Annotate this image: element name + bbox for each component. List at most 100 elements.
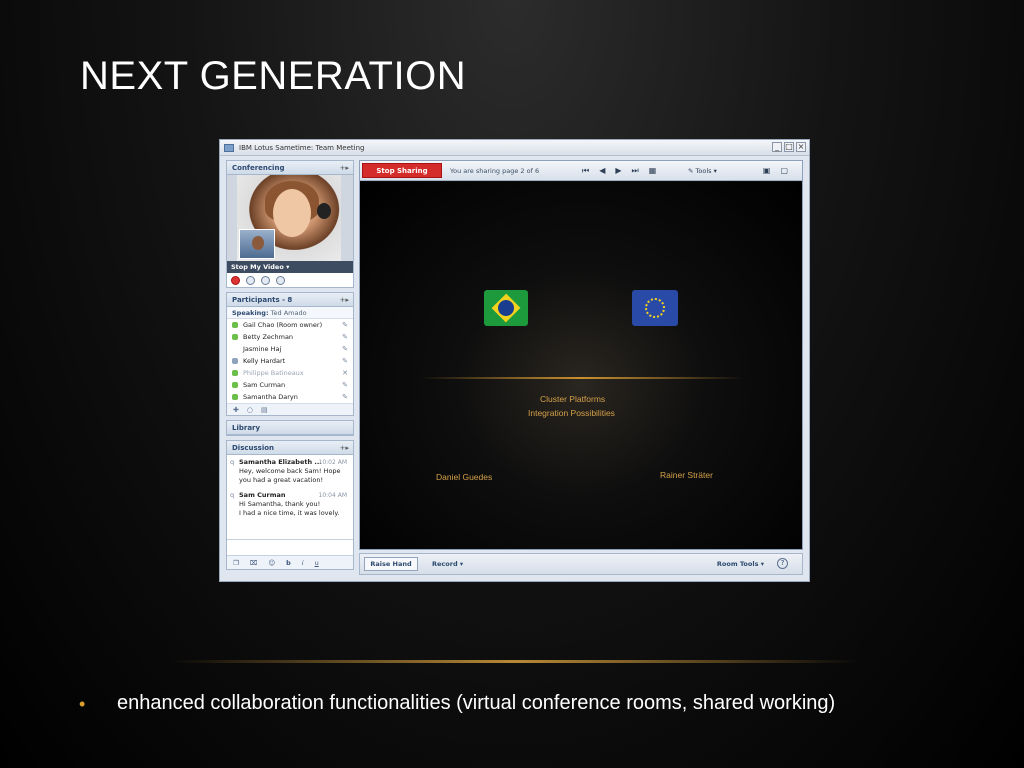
copy-icon[interactable]: ❐ <box>233 559 239 567</box>
video-area <box>227 175 353 261</box>
slide-title: NEXT GENERATION <box>80 54 467 98</box>
bullet-text: enhanced collaboration functionalities (… <box>117 692 836 714</box>
tools-menu[interactable]: ✎ Tools ▾ <box>688 161 717 181</box>
participant-tools: ✚ ○ ▤ <box>227 403 353 415</box>
slide-subheading: Integration Possibilities <box>528 408 615 418</box>
online-status-icon <box>232 370 238 376</box>
chat-message: q Samantha Elizabeth ... 10:02 AM Hey, w… <box>227 455 353 488</box>
last-page-icon[interactable]: ⏭ <box>632 161 639 181</box>
end-call-icon[interactable] <box>231 275 240 285</box>
view-controls: ▣ ▢ <box>763 161 788 181</box>
participant-row[interactable]: Jasmine Haj ✎ <box>227 343 353 355</box>
pen-icon: ✎ <box>342 345 348 353</box>
participant-row[interactable]: Philippe Batineaux ✕ <box>227 367 353 379</box>
left-sidebar: Conferencing +▸ Stop My Video ▾ Particip… <box>226 160 354 574</box>
eu-flag-icon <box>632 290 678 326</box>
collapse-icon[interactable]: +▸ <box>340 441 349 455</box>
window-titlebar: IBM Lotus Sametime: Team Meeting _ □ × <box>220 140 809 156</box>
close-icon[interactable]: × <box>796 142 806 152</box>
speaking-name: Ted Amado <box>270 309 307 317</box>
message-line: Hey, welcome back Sam! Hope <box>239 467 341 475</box>
sharing-status: You are sharing page 2 of 6 <box>450 167 540 175</box>
glow-divider <box>420 377 744 379</box>
previous-page-icon[interactable]: ◀ <box>599 161 605 181</box>
participants-title: Participants - 8 <box>232 296 293 304</box>
participant-row[interactable]: Samantha Daryn ✎ <box>227 391 353 403</box>
app-icon <box>224 143 234 152</box>
bullet-icon: • <box>79 694 86 714</box>
brazil-flag-icon <box>484 290 528 326</box>
collapse-icon[interactable]: +▸ <box>340 293 349 307</box>
italic-icon[interactable]: i <box>302 559 304 567</box>
microphone-icon[interactable] <box>246 275 255 285</box>
library-header[interactable]: Library <box>227 421 353 435</box>
emoticon-icon[interactable]: ☺ <box>268 559 275 567</box>
maximize-icon[interactable]: □ <box>784 142 794 152</box>
collapse-icon[interactable]: +▸ <box>340 161 349 175</box>
page-navigation: ⏮ ◀ ▶ ⏭ ▦ <box>582 161 656 181</box>
slide-heading: Cluster Platforms <box>540 394 606 404</box>
room-action-bar: Raise Hand Record ▾ Room Tools ▾ ? <box>359 553 803 575</box>
online-status-icon <box>232 382 238 388</box>
stop-video-button[interactable]: Stop My Video ▾ <box>227 261 353 273</box>
room-tools-menu[interactable]: Room Tools ▾ <box>717 554 764 574</box>
online-status-icon <box>232 334 238 340</box>
chat-message: q Sam Curman 10:04 AM Hi Samantha, thank… <box>227 488 353 521</box>
presentation-slide: Cluster Platforms Integration Possibilit… <box>360 182 802 549</box>
online-status-icon <box>232 322 238 328</box>
search-icon[interactable]: ○ <box>247 406 253 414</box>
stop-sharing-button[interactable]: Stop Sharing <box>362 163 442 178</box>
fullscreen-icon[interactable]: ▢ <box>780 161 788 181</box>
pen-icon: ✎ <box>342 321 348 329</box>
underline-icon[interactable]: u <box>315 559 319 567</box>
minimize-icon[interactable]: _ <box>772 142 782 152</box>
headset-icon <box>317 203 331 219</box>
speaking-indicator: Speaking: Ted Amado <box>227 307 353 319</box>
chat-format-toolbar: ❐ ⌧ ☺ b i u <box>227 555 353 569</box>
call-controls <box>227 273 353 287</box>
message-icon: q <box>230 458 235 466</box>
conferencing-header[interactable]: Conferencing +▸ <box>227 161 353 175</box>
thumbnails-icon[interactable]: ▦ <box>649 161 657 181</box>
clear-icon[interactable]: ⌧ <box>250 559 258 567</box>
pen-icon: ✎ <box>342 333 348 341</box>
online-status-icon <box>232 394 238 400</box>
info-icon[interactable] <box>276 275 285 285</box>
speaking-label: Speaking: <box>232 309 269 317</box>
message-line: you had a great vacation! <box>239 476 324 484</box>
add-participant-icon[interactable]: ✚ <box>233 406 239 414</box>
discussion-panel: Discussion +▸ q Samantha Elizabeth ... 1… <box>226 440 354 570</box>
presenter-right: Rainer Sträter <box>660 470 713 480</box>
message-time: 10:02 AM <box>318 459 347 466</box>
self-video-pip <box>239 229 275 259</box>
participant-row[interactable]: Sam Curman ✎ <box>227 379 353 391</box>
help-icon[interactable]: ? <box>777 558 788 569</box>
discussion-header[interactable]: Discussion +▸ <box>227 441 353 455</box>
record-menu[interactable]: Record ▾ <box>432 554 463 574</box>
bold-icon[interactable]: b <box>286 559 291 567</box>
first-page-icon[interactable]: ⏮ <box>582 161 589 181</box>
discussion-title: Discussion <box>232 444 275 452</box>
raise-hand-button[interactable]: Raise Hand <box>364 557 418 571</box>
conferencing-title: Conferencing <box>232 164 285 172</box>
speaker-icon[interactable] <box>261 275 270 285</box>
shared-content-pane: Stop Sharing You are sharing page 2 of 6… <box>359 160 803 550</box>
sametime-window: IBM Lotus Sametime: Team Meeting _ □ × C… <box>219 139 810 582</box>
list-view-icon[interactable]: ▤ <box>261 406 268 414</box>
message-time: 10:04 AM <box>318 492 347 499</box>
pen-icon: ✎ <box>342 393 348 401</box>
next-page-icon[interactable]: ▶ <box>615 161 621 181</box>
participants-header[interactable]: Participants - 8 +▸ <box>227 293 353 307</box>
pen-icon: ✎ <box>342 357 348 365</box>
tools-icon: ✎ <box>688 167 696 175</box>
message-line: I had a nice time, it was lovely. <box>239 509 340 517</box>
participant-row[interactable]: Betty Zechman ✎ <box>227 331 353 343</box>
fit-view-icon[interactable]: ▣ <box>763 161 771 181</box>
no-pen-icon: ✕ <box>342 369 348 377</box>
participant-row[interactable]: Kelly Hardart ✎ <box>227 355 353 367</box>
participant-row[interactable]: Gail Chao (Room owner) ✎ <box>227 319 353 331</box>
presenter-left: Daniel Guedes <box>436 472 493 482</box>
message-icon: q <box>230 491 235 499</box>
chat-input[interactable] <box>227 539 353 555</box>
sharing-toolbar: Stop Sharing You are sharing page 2 of 6… <box>360 161 802 181</box>
